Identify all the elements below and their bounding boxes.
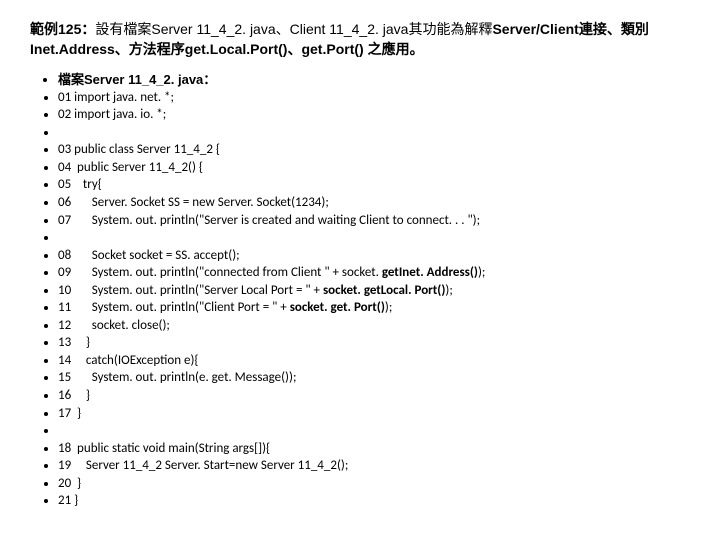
code-line: 04 public Server 11_4_2() { (58, 159, 690, 177)
code-line: 01 import java. net. *; (58, 89, 690, 107)
code-line (58, 124, 690, 142)
example-title: 範例125：設有檔案Server 11_4_2. java、Client 11_… (30, 20, 690, 59)
code-line: 21 } (58, 492, 690, 510)
code-line: 05 try{ (58, 176, 690, 194)
code-line: 02 import java. io. *; (58, 106, 690, 124)
code-line: 15 System. out. println(e. get. Message(… (58, 369, 690, 387)
code-line: 08 Socket socket = SS. accept(); (58, 247, 690, 265)
code-line: 20 } (58, 475, 690, 493)
code-line: 14 catch(IOException e){ (58, 352, 690, 370)
code-line (58, 422, 690, 440)
code-line: 13 } (58, 334, 690, 352)
code-line: 10 System. out. println("Server Local Po… (58, 282, 690, 300)
code-line: 19 Server 11_4_2 Server. Start=new Serve… (58, 457, 690, 475)
title-prefix: 範例125： (30, 21, 95, 37)
code-line: 16 } (58, 387, 690, 405)
code-line: 17 } (58, 405, 690, 423)
code-line: 06 Server. Socket SS = new Server. Socke… (58, 194, 690, 212)
code-line: 18 public static void main(String args[]… (58, 440, 690, 458)
code-line: 11 System. out. println("Client Port = "… (58, 299, 690, 317)
code-listing: 檔案Server 11_4_2. java： 01 import java. n… (30, 71, 690, 510)
code-line: 07 System. out. println("Server is creat… (58, 212, 690, 230)
code-line: 12 socket. close(); (58, 317, 690, 335)
code-line: 03 public class Server 11_4_2 { (58, 141, 690, 159)
file-header: 檔案Server 11_4_2. java： (58, 71, 690, 89)
code-line: 09 System. out. println("connected from … (58, 264, 690, 282)
code-line (58, 229, 690, 247)
title-desc-1: 設有檔案Server 11_4_2. java、Client 11_4_2. j… (95, 21, 492, 37)
